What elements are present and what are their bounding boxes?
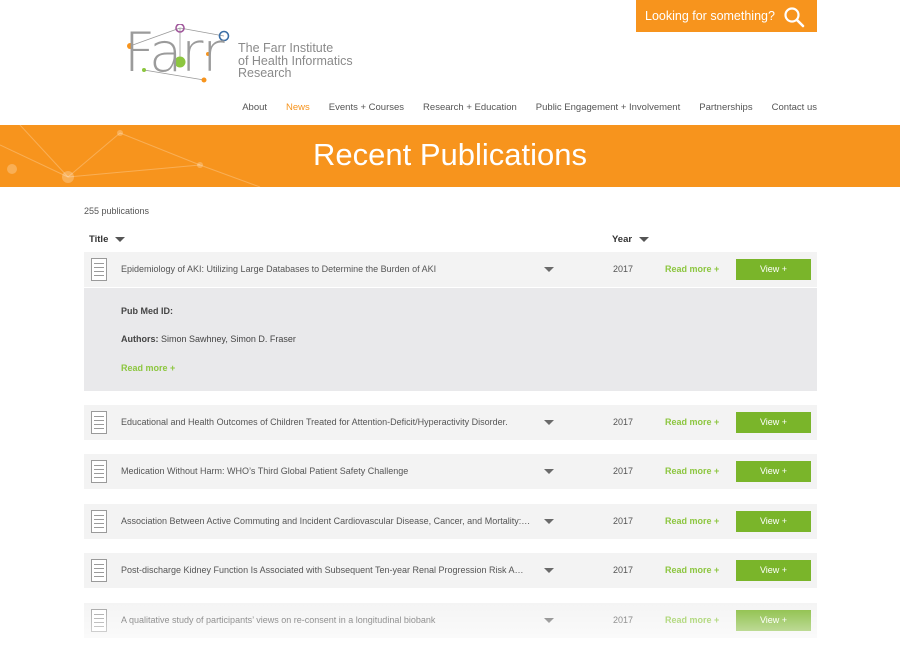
publication-row[interactable]: Medication Without Harm: WHO’s Third Glo…	[84, 454, 817, 489]
caret-down-icon	[115, 237, 126, 242]
publication-details: Pub Med ID: Authors: Simon Sawhney, Simo…	[84, 288, 817, 391]
read-more-link[interactable]: Read more +	[665, 417, 719, 427]
nav-partnerships[interactable]: Partnerships	[699, 102, 752, 113]
authors: Authors: Simon Sawhney, Simon D. Fraser	[121, 334, 296, 344]
logo-tagline: The Farr Institute of Health Informatics…	[238, 41, 353, 80]
publication-title[interactable]: Association Between Active Commuting and…	[121, 516, 531, 526]
main-nav: About News Events + Courses Research + E…	[223, 102, 817, 113]
publication-title[interactable]: Post-discharge Kidney Function Is Associ…	[121, 565, 531, 575]
nav-news[interactable]: News	[286, 102, 310, 113]
read-more-link[interactable]: Read more +	[665, 516, 719, 526]
expand-caret-icon[interactable]	[544, 568, 554, 573]
publication-row[interactable]: Post-discharge Kidney Function Is Associ…	[84, 553, 817, 588]
publication-title[interactable]: A qualitative study of participants’ vie…	[121, 615, 531, 625]
sort-year-header[interactable]: Year	[612, 234, 650, 245]
nav-public-engagement[interactable]: Public Engagement + Involvement	[536, 102, 680, 113]
view-button[interactable]: View +	[736, 259, 811, 280]
pubmed-id: Pub Med ID:	[121, 306, 173, 316]
logo-wordmark: Farr	[124, 21, 225, 84]
document-icon	[91, 609, 107, 632]
read-more-link[interactable]: Read more +	[665, 565, 719, 575]
document-icon	[91, 510, 107, 533]
document-icon	[91, 559, 107, 582]
details-read-more-link[interactable]: Read more +	[121, 363, 175, 373]
read-more-link[interactable]: Read more +	[665, 466, 719, 476]
search-box[interactable]: Looking for something?	[636, 0, 817, 32]
publication-row[interactable]: Educational and Health Outcomes of Child…	[84, 405, 817, 440]
nav-contact[interactable]: Contact us	[772, 102, 817, 113]
document-icon	[91, 411, 107, 434]
publication-title[interactable]: Educational and Health Outcomes of Child…	[121, 417, 531, 427]
publication-year: 2017	[613, 615, 634, 625]
search-icon[interactable]	[783, 6, 805, 28]
nav-events-courses[interactable]: Events + Courses	[329, 102, 404, 113]
read-more-link[interactable]: Read more +	[665, 615, 719, 625]
page-banner: Recent Publications	[0, 125, 900, 187]
publication-title[interactable]: Medication Without Harm: WHO’s Third Glo…	[121, 466, 531, 476]
expand-caret-icon[interactable]	[544, 420, 554, 425]
site-header: Farr The Farr Institute of Health Inform…	[0, 0, 900, 125]
sort-title-header[interactable]: Title	[89, 234, 126, 245]
publication-row[interactable]: A qualitative study of participants’ vie…	[84, 603, 817, 638]
publication-year: 2017	[613, 466, 634, 476]
view-button[interactable]: View +	[736, 511, 811, 532]
view-button[interactable]: View +	[736, 560, 811, 581]
document-icon	[91, 460, 107, 483]
farr-logo[interactable]: Farr The Farr Institute of Health Inform…	[124, 24, 364, 86]
publication-year: 2017	[613, 417, 634, 427]
view-button[interactable]: View +	[736, 461, 811, 482]
read-more-link[interactable]: Read more +	[665, 264, 719, 274]
expand-caret-icon[interactable]	[544, 267, 554, 272]
expand-caret-icon[interactable]	[544, 519, 554, 524]
publication-year: 2017	[613, 516, 634, 526]
expand-caret-icon[interactable]	[544, 469, 554, 474]
nav-research-education[interactable]: Research + Education	[423, 102, 517, 113]
caret-down-icon	[639, 237, 650, 242]
search-label: Looking for something?	[645, 9, 775, 23]
view-button[interactable]: View +	[736, 610, 811, 631]
publication-row[interactable]: Epidemiology of AKI: Utilizing Large Dat…	[84, 252, 817, 287]
publication-year: 2017	[613, 264, 634, 274]
nav-about[interactable]: About	[242, 102, 267, 113]
publication-count: 255 publications	[84, 206, 150, 216]
publication-row[interactable]: Association Between Active Commuting and…	[84, 504, 817, 539]
publication-year: 2017	[613, 565, 634, 575]
view-button[interactable]: View +	[736, 412, 811, 433]
publication-title[interactable]: Epidemiology of AKI: Utilizing Large Dat…	[121, 264, 531, 274]
page-title: Recent Publications	[313, 137, 587, 172]
expand-caret-icon[interactable]	[544, 618, 554, 623]
document-icon	[91, 258, 107, 281]
